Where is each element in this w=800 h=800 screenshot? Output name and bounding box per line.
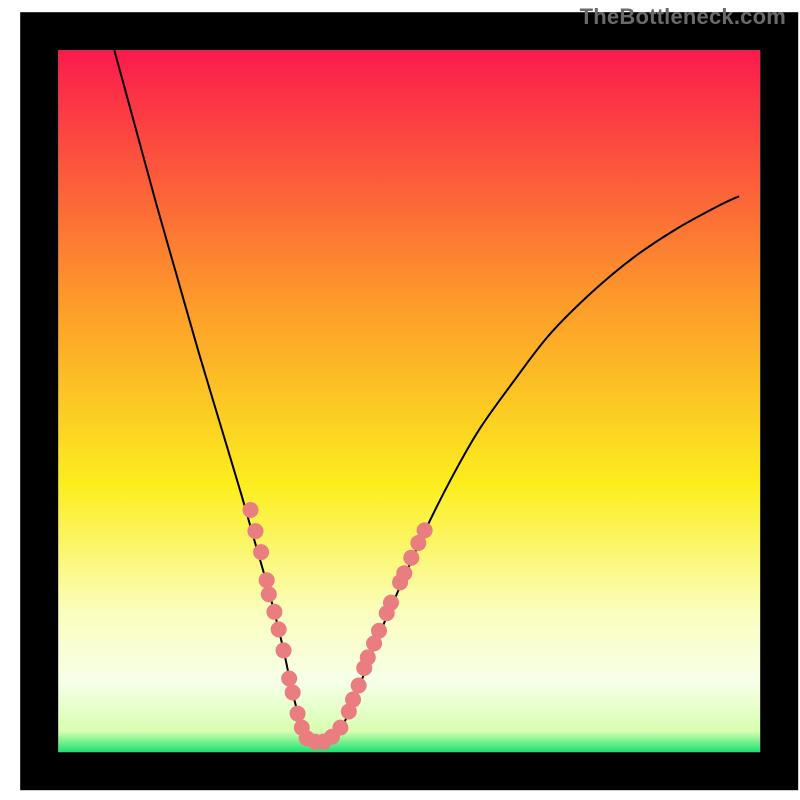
- chart-stage: TheBottleneck.com: [0, 0, 800, 800]
- cluster-dot: [351, 678, 367, 694]
- cluster-dot: [276, 642, 292, 658]
- cluster-dot: [281, 670, 297, 686]
- cluster-dot: [247, 523, 263, 539]
- attribution-label: TheBottleneck.com: [580, 4, 786, 30]
- cluster-dot: [360, 649, 376, 665]
- cluster-dot: [417, 522, 433, 538]
- cluster-dot: [266, 604, 282, 620]
- cluster-dot: [285, 685, 301, 701]
- cluster-dot: [403, 550, 419, 566]
- cluster-dot: [290, 706, 306, 722]
- cluster-dot: [261, 586, 277, 602]
- cluster-dot: [259, 572, 275, 588]
- plot-background: [58, 50, 760, 752]
- cluster-dot: [396, 565, 412, 581]
- cluster-dot: [253, 544, 269, 560]
- cluster-dot: [383, 595, 399, 611]
- cluster-dot: [371, 623, 387, 639]
- cluster-dot: [332, 720, 348, 736]
- chart-svg: [0, 0, 800, 800]
- cluster-dot: [271, 621, 287, 637]
- cluster-dot: [243, 502, 259, 518]
- cluster-dot: [345, 692, 361, 708]
